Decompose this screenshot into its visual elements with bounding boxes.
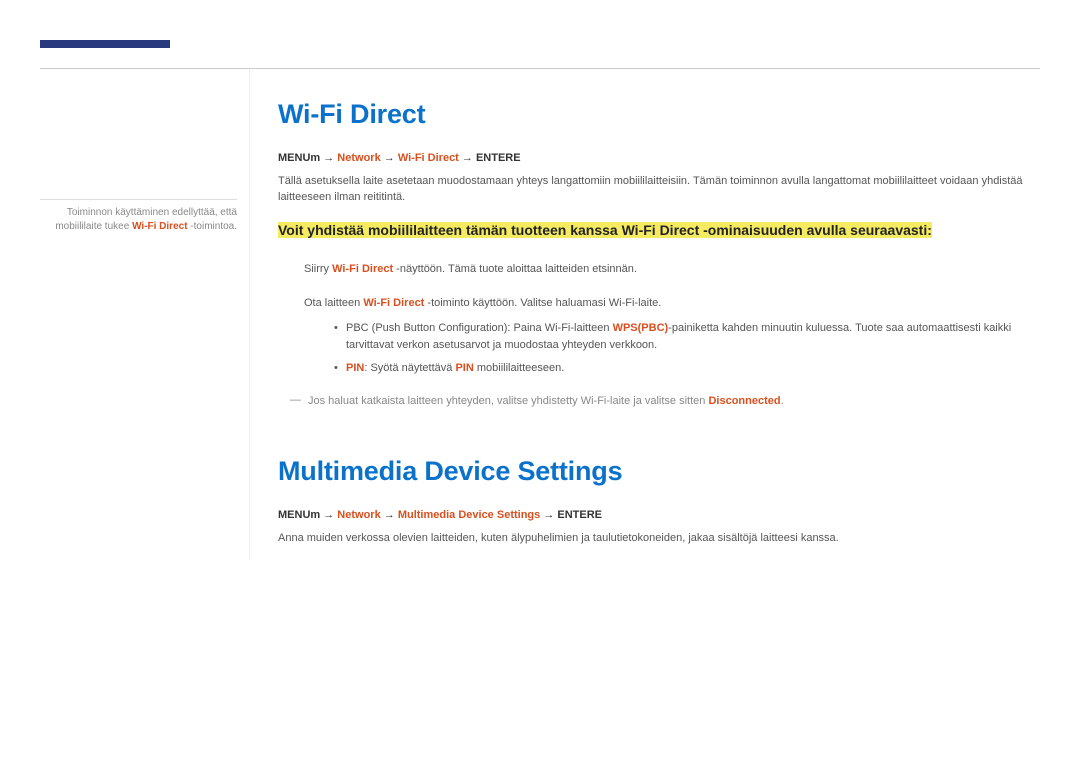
menu-icon: m [310, 509, 320, 521]
sidebar-line1: Toiminnon käyttäminen edellyttää, että [67, 207, 237, 218]
menu-enter-icon: E [595, 509, 602, 521]
sidebar-brand: Wi-Fi Direct [132, 221, 187, 232]
arrow-icon: → [323, 152, 334, 164]
sidebar-text: Toiminnon käyttäminen edellyttää, että m… [40, 206, 237, 234]
bullet-pbc: PBC (Push Button Configuration): Paina W… [334, 320, 1040, 354]
arrow-icon: → [543, 509, 554, 521]
menu-item: Multimedia Device Settings [398, 509, 540, 521]
menu-prefix: MENU [278, 509, 310, 521]
content-area: Toiminnon käyttäminen edellyttää, että m… [40, 68, 1040, 560]
section2-menu-path: MENUm → Network → Multimedia Device Sett… [278, 509, 1040, 521]
arrow-icon: → [384, 509, 395, 521]
section1-highlight: Voit yhdistää mobiililaitteen tämän tuot… [278, 222, 932, 238]
section1-step1: Siirry Wi-Fi Direct -näyttöön. Tämä tuot… [278, 259, 1040, 278]
bullet2-pin: PIN [346, 362, 364, 374]
bullet1-a: PBC (Push Button Configuration): Paina W… [346, 322, 613, 334]
section1-intro: Tällä asetuksella laite asetetaan muodos… [278, 174, 1040, 206]
bullet-pin: PIN: Syötä näytettävä PIN mobiililaittee… [334, 360, 1040, 377]
menu-icon: m [310, 152, 320, 164]
footnote-b: . [781, 395, 784, 407]
section1-footnote: Jos haluat katkaista laitteen yhteyden, … [278, 393, 1040, 410]
step1-a: Siirry [304, 263, 332, 275]
menu-enter: ENTER [476, 152, 513, 164]
section2-title: Multimedia Device Settings [278, 456, 1040, 487]
step2-brand: Wi-Fi Direct [363, 297, 424, 309]
section1-title: Wi-Fi Direct [278, 99, 1040, 130]
menu-item: Wi-Fi Direct [398, 152, 459, 164]
menu-network: Network [337, 152, 380, 164]
sidebar-line2b: -toimintoa. [188, 221, 237, 232]
menu-enter-icon: E [513, 152, 520, 164]
arrow-icon: → [462, 152, 473, 164]
menu-enter: ENTER [557, 509, 594, 521]
page-marker-bar [40, 40, 170, 48]
step1-b: -näyttöön. Tämä tuote aloittaa laitteide… [393, 263, 637, 275]
section1-step2: Ota laitteen Wi-Fi Direct -toiminto käyt… [278, 293, 1040, 377]
step2-bullets: PBC (Push Button Configuration): Paina W… [304, 320, 1040, 377]
main-content: Wi-Fi Direct MENUm → Network → Wi-Fi Dir… [250, 69, 1040, 560]
step2-b: -toiminto käyttöön. Valitse haluamasi Wi… [424, 297, 661, 309]
section1-menu-path: MENUm → Network → Wi-Fi Direct → ENTERE [278, 152, 1040, 164]
arrow-icon: → [384, 152, 395, 164]
section1-highlight-wrap: Voit yhdistää mobiililaitteen tämän tuot… [278, 220, 1040, 241]
footnote-a: Jos haluat katkaista laitteen yhteyden, … [308, 395, 708, 407]
step2: Ota laitteen Wi-Fi Direct -toiminto käyt… [304, 297, 661, 309]
bullet1-brand: WPS(PBC) [613, 322, 669, 334]
footnote-brand: Disconnected [708, 395, 780, 407]
bullet2-pin2: PIN [455, 362, 473, 374]
step2-a: Ota laitteen [304, 297, 363, 309]
bullet2-a: : Syötä näytettävä [364, 362, 455, 374]
menu-network: Network [337, 509, 380, 521]
sidebar-note: Toiminnon käyttäminen edellyttää, että m… [40, 69, 250, 560]
arrow-icon: → [323, 509, 334, 521]
section2-intro: Anna muiden verkossa olevien laitteiden,… [278, 531, 1040, 547]
bullet2-b: mobiililaitteeseen. [474, 362, 565, 374]
sidebar-line2a: mobiililaite tukee [55, 221, 132, 232]
menu-prefix: MENU [278, 152, 310, 164]
step1-brand: Wi-Fi Direct [332, 263, 393, 275]
step1: Siirry Wi-Fi Direct -näyttöön. Tämä tuot… [304, 263, 637, 275]
